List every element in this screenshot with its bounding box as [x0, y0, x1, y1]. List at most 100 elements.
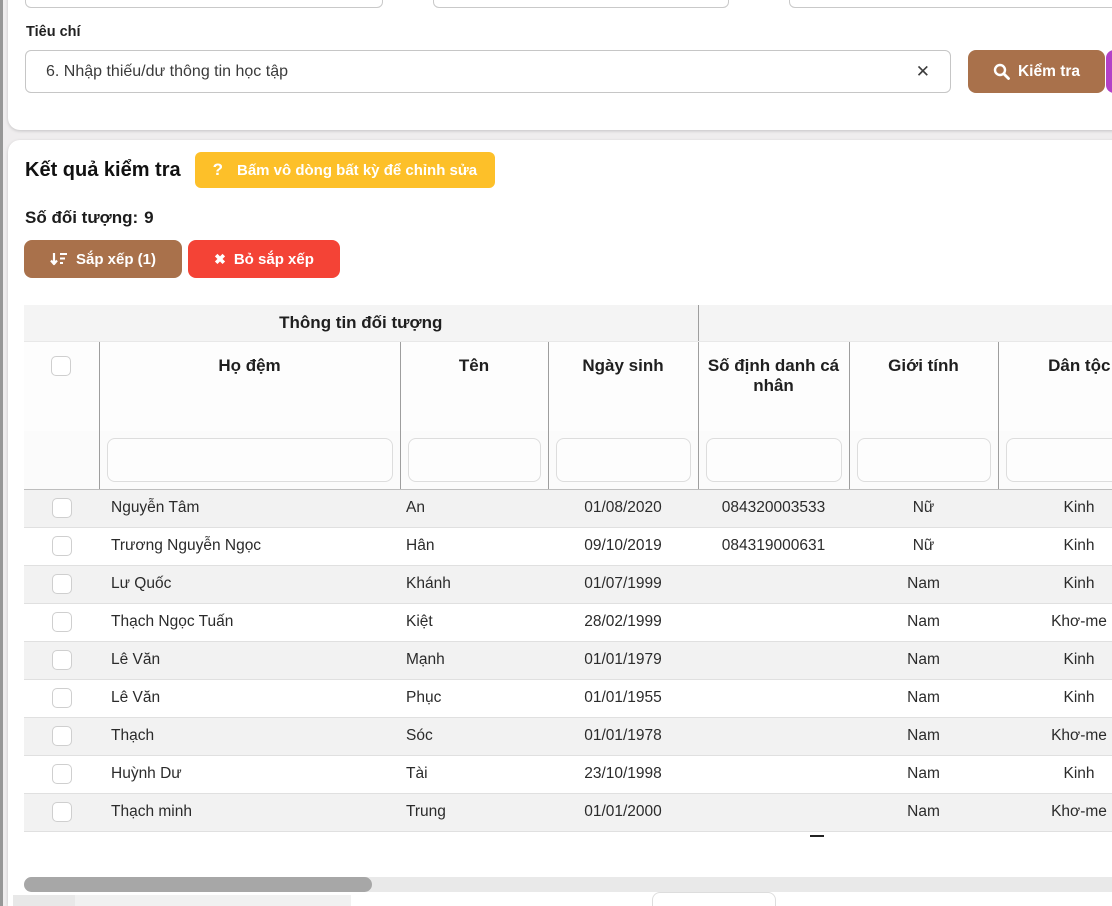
results-table: Thông tin đối tượng Họ đệm Tên Ngày sinh…	[24, 305, 1112, 832]
filter-input-gioi-tinh[interactable]	[857, 438, 991, 482]
filter-input-truncated-2[interactable]	[433, 0, 729, 8]
cell-ten: Trung	[400, 793, 548, 831]
cell-ngay-sinh: 01/01/1955	[548, 679, 698, 717]
select-all-checkbox[interactable]	[51, 356, 71, 376]
cell-so-dinh-danh: 084320003533	[698, 489, 849, 527]
cell-ho-dem: Thạch minh	[99, 793, 400, 831]
column-header-ten: Tên	[400, 341, 548, 431]
cell-dan-toc: Kinh	[998, 755, 1112, 793]
cell-so-dinh-danh	[698, 565, 849, 603]
cell-ten: Tài	[400, 755, 548, 793]
filter-input-ten[interactable]	[408, 438, 541, 482]
filter-input-truncated-3[interactable]	[789, 0, 1112, 8]
table-row[interactable]: Thạch Ngọc Tuấn Kiệt 28/02/1999 Nam Khơ-…	[24, 603, 1112, 641]
filter-input-truncated-1[interactable]	[25, 0, 383, 8]
table-row[interactable]: Thạch Sóc 01/01/1978 Nam Khơ-me	[24, 717, 1112, 755]
filter-input-so-dinh-danh[interactable]	[706, 438, 842, 482]
row-checkbox-cell	[24, 603, 99, 641]
cell-ho-dem: Thạch	[99, 717, 400, 755]
row-checkbox-cell	[24, 641, 99, 679]
filter-input-dan-toc[interactable]	[1006, 438, 1112, 482]
clear-icon[interactable]: ✕	[912, 62, 934, 82]
cell-ngay-sinh: 01/08/2020	[548, 489, 698, 527]
row-checkbox-cell	[24, 489, 99, 527]
table-row[interactable]: Lư Quốc Khánh 01/07/1999 Nam Kinh	[24, 565, 1112, 603]
cell-so-dinh-danh	[698, 603, 849, 641]
sort-button-label: Sắp xếp (1)	[76, 251, 156, 268]
cell-so-dinh-danh	[698, 755, 849, 793]
cell-dan-toc: Kinh	[998, 641, 1112, 679]
cell-gioi-tinh: Nam	[849, 641, 998, 679]
cell-ngay-sinh: 01/01/2000	[548, 793, 698, 831]
sort-button[interactable]: Sắp xếp (1)	[24, 240, 182, 278]
cell-so-dinh-danh	[698, 641, 849, 679]
criteria-select[interactable]: 6. Nhập thiếu/dư thông tin học tập ✕	[25, 50, 951, 93]
table-row[interactable]: Trương Nguyễn Ngọc Hân 09/10/2019 084319…	[24, 527, 1112, 565]
filter-input-ho-dem[interactable]	[107, 438, 393, 482]
cell-so-dinh-danh	[698, 717, 849, 755]
row-checkbox[interactable]	[52, 802, 72, 822]
horizontal-scrollbar-thumb[interactable]	[24, 877, 372, 892]
cell-ten: Kiệt	[400, 603, 548, 641]
criteria-selected-value: 6. Nhập thiếu/dư thông tin học tập	[46, 63, 912, 81]
cell-so-dinh-danh	[698, 679, 849, 717]
column-header-ngay-sinh: Ngày sinh	[548, 341, 698, 431]
cell-ten: Sóc	[400, 717, 548, 755]
cell-ngay-sinh: 23/10/1998	[548, 755, 698, 793]
cell-gioi-tinh: Nam	[849, 603, 998, 641]
cell-dan-toc: Kinh	[998, 679, 1112, 717]
row-checkbox[interactable]	[52, 536, 72, 556]
footer-element-truncated-2	[75, 895, 351, 906]
table-bottom-dash	[810, 835, 824, 837]
cell-dan-toc: Kinh	[998, 489, 1112, 527]
row-checkbox[interactable]	[52, 574, 72, 594]
table-row[interactable]: Lê Văn Mạnh 01/01/1979 Nam Kinh	[24, 641, 1112, 679]
table-row[interactable]: Nguyễn Tâm An 01/08/2020 084320003533 Nữ…	[24, 489, 1112, 527]
row-checkbox-cell	[24, 793, 99, 831]
cell-ho-dem: Lư Quốc	[99, 565, 400, 603]
cell-gioi-tinh: Nữ	[849, 527, 998, 565]
column-header-ho-dem: Họ đệm	[99, 341, 400, 431]
cell-gioi-tinh: Nam	[849, 679, 998, 717]
cell-ngay-sinh: 01/07/1999	[548, 565, 698, 603]
criteria-card: Tiêu chí 6. Nhập thiếu/dư thông tin học …	[8, 0, 1112, 130]
results-card: Kết quả kiểm tra ? Bấm vô dòng bất kỳ để…	[8, 140, 1112, 906]
cell-gioi-tinh: Nam	[849, 793, 998, 831]
cell-gioi-tinh: Nam	[849, 565, 998, 603]
table-row[interactable]: Lê Văn Phục 01/01/1955 Nam Kinh	[24, 679, 1112, 717]
column-header-gioi-tinh: Giới tính	[849, 341, 998, 431]
cell-ho-dem: Nguyễn Tâm	[99, 489, 400, 527]
row-checkbox[interactable]	[52, 612, 72, 632]
cell-ngay-sinh: 28/02/1999	[548, 603, 698, 641]
cell-ho-dem: Trương Nguyễn Ngọc	[99, 527, 400, 565]
cell-ho-dem: Thạch Ngọc Tuấn	[99, 603, 400, 641]
row-checkbox-cell	[24, 565, 99, 603]
cell-dan-toc: Khơ-me	[998, 717, 1112, 755]
cell-ngay-sinh: 09/10/2019	[548, 527, 698, 565]
help-icon: ?	[213, 160, 223, 180]
table-row[interactable]: Thạch minh Trung 01/01/2000 Nam Khơ-me	[24, 793, 1112, 831]
row-checkbox[interactable]	[52, 650, 72, 670]
cell-gioi-tinh: Nam	[849, 717, 998, 755]
filter-input-ngay-sinh[interactable]	[556, 438, 691, 482]
row-checkbox[interactable]	[52, 498, 72, 518]
edit-hint-text: Bấm vô dòng bất kỳ để chỉnh sửa	[237, 162, 477, 179]
page-size-select-truncated[interactable]	[652, 892, 776, 906]
row-checkbox[interactable]	[52, 688, 72, 708]
search-icon	[993, 63, 1010, 80]
clear-sort-button[interactable]: ✖ Bỏ sắp xếp	[188, 240, 340, 278]
clear-sort-button-label: Bỏ sắp xếp	[234, 251, 314, 268]
criteria-label: Tiêu chí	[26, 24, 81, 40]
secondary-action-button-truncated[interactable]	[1106, 50, 1112, 93]
row-checkbox[interactable]	[52, 726, 72, 746]
cell-ten: Mạnh	[400, 641, 548, 679]
remove-icon: ✖	[214, 251, 226, 268]
horizontal-scrollbar-track[interactable]	[24, 877, 1112, 892]
cell-ten: Hân	[400, 527, 548, 565]
cell-so-dinh-danh: 084319000631	[698, 527, 849, 565]
table-row[interactable]: Huỳnh Dư Tài 23/10/1998 Nam Kinh	[24, 755, 1112, 793]
row-checkbox[interactable]	[52, 764, 72, 784]
object-count: Số đối tượng: 9	[25, 208, 154, 228]
check-button[interactable]: Kiểm tra	[968, 50, 1105, 93]
select-all-cell	[24, 341, 99, 431]
